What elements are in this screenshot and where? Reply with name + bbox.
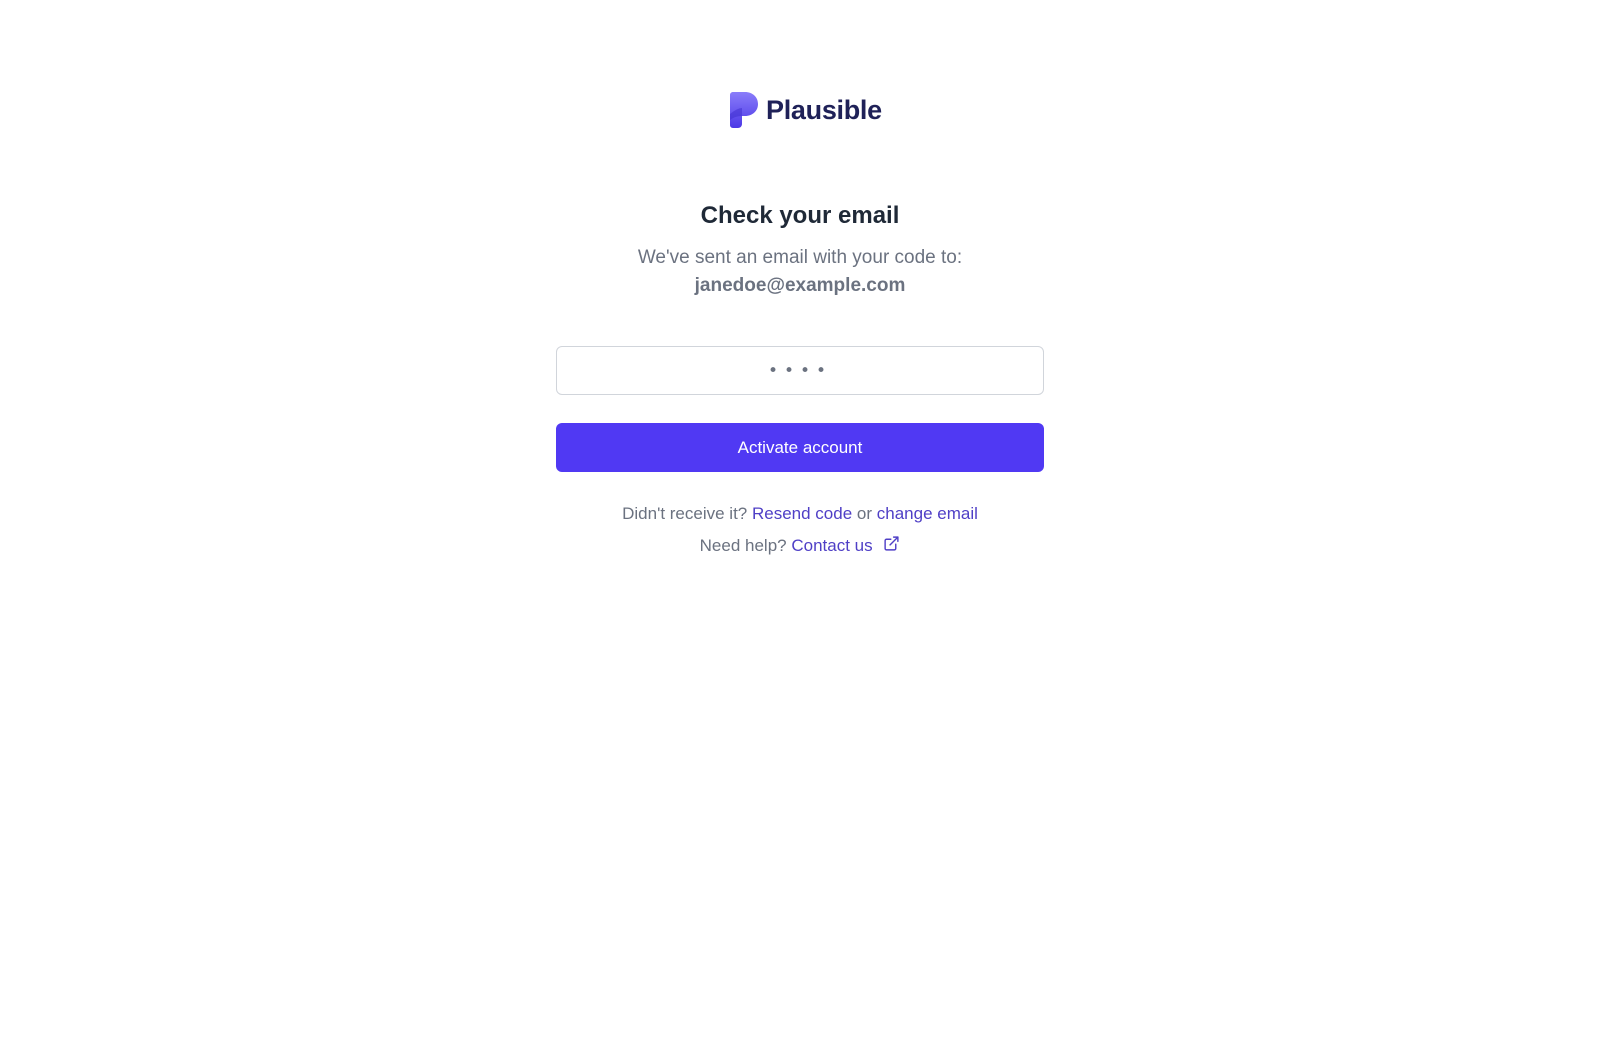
verification-panel: Check your email We've sent an email wit… — [556, 200, 1044, 559]
brand-logo[interactable]: Plausible — [730, 92, 882, 128]
external-link-icon — [883, 535, 900, 559]
page-title: Check your email — [700, 202, 900, 229]
sent-message: We've sent an email with your code to: — [637, 247, 963, 268]
help-prefix: Need help? — [699, 536, 787, 556]
contact-us-label: Contact us — [791, 536, 873, 555]
activate-account-button[interactable]: Activate account — [556, 423, 1044, 472]
resend-code-link[interactable]: Resend code — [752, 504, 852, 523]
resend-prefix: Didn't receive it? — [622, 504, 748, 523]
plausible-logo-icon — [730, 92, 758, 128]
change-email-link[interactable]: change email — [877, 504, 978, 523]
recipient-email: janedoe@example.com — [694, 275, 906, 296]
resend-line: Didn't receive it? Resend code or change… — [556, 502, 1044, 526]
or-text: or — [856, 504, 873, 523]
code-value: •••• — [767, 360, 833, 381]
verification-page: Plausible Check your email We've sent an… — [0, 0, 1600, 1063]
contact-us-link[interactable]: Contact us — [791, 534, 900, 559]
help-line: Need help? Contact us — [556, 534, 1044, 559]
verification-code-input[interactable]: •••• — [556, 346, 1044, 395]
brand-name: Plausible — [766, 94, 882, 125]
